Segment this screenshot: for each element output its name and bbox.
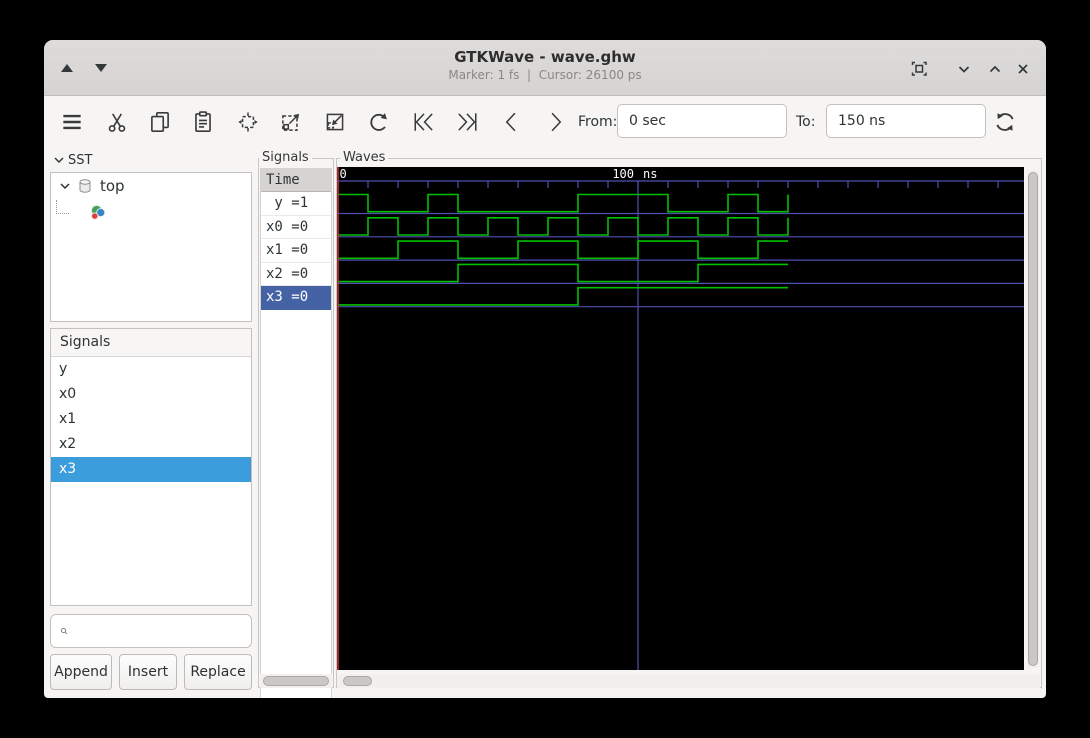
headerbar: GTKWave - wave.ghw Marker: 1 fs | Cursor… xyxy=(44,40,1046,96)
chevron-down-icon xyxy=(958,66,970,73)
search-icon xyxy=(60,627,68,635)
sst-label: SST xyxy=(68,152,93,168)
insert-button[interactable]: Insert xyxy=(119,654,177,690)
wave-x0 xyxy=(338,216,789,236)
zoom-out-button[interactable] xyxy=(318,105,352,139)
facility-item-x0[interactable]: x0 xyxy=(51,382,251,407)
facility-list-header: Signals xyxy=(51,329,251,357)
sst-tree: top quine20240111testbench xyxy=(50,172,252,322)
down-triangle-icon xyxy=(95,64,107,72)
tree-item-label: top xyxy=(100,177,125,195)
skip-to-start-icon xyxy=(414,113,433,131)
signals-frame-label: Signals xyxy=(259,150,312,166)
copy-icon xyxy=(151,111,169,133)
copy-button[interactable] xyxy=(143,105,177,139)
signal-search-box xyxy=(50,614,252,648)
zoom-in-button[interactable] xyxy=(274,105,308,139)
skip-to-start-button[interactable] xyxy=(407,105,441,139)
fullscreen-icon xyxy=(911,61,927,76)
tree-item-label: quine20240111testbench xyxy=(111,203,252,221)
facility-item-x3[interactable]: x3 xyxy=(51,457,251,482)
previous-transition-button[interactable] xyxy=(495,105,529,139)
waves-frame-label: Waves xyxy=(340,150,389,166)
svg-text:ns: ns xyxy=(643,167,657,181)
to-label: To: xyxy=(796,114,816,130)
zoom-fit-icon xyxy=(238,112,258,132)
wave-canvas-svg: 0 100 ns xyxy=(337,167,1024,670)
signal-row-x3[interactable]: x3 =0 xyxy=(261,286,331,310)
signal-row-x0[interactable]: x0 =0 xyxy=(261,216,331,239)
close-button[interactable] xyxy=(1009,55,1037,83)
facility-item-x1[interactable]: x1 xyxy=(51,407,251,432)
signals-hscrollbar-thumb[interactable] xyxy=(263,676,329,686)
tree-branch-line xyxy=(56,200,69,214)
skip-to-end-button[interactable] xyxy=(450,105,484,139)
sst-expander[interactable]: SST xyxy=(52,150,92,170)
cut-button[interactable] xyxy=(100,105,134,139)
zoom-out-icon xyxy=(326,113,344,131)
chevron-up-icon xyxy=(989,65,1001,73)
wave-canvas[interactable]: 0 100 ns xyxy=(337,167,1024,670)
move-down-triangle-button[interactable] xyxy=(92,61,110,77)
signal-search-input[interactable] xyxy=(73,614,251,648)
waves-hscrollbar-thumb[interactable] xyxy=(343,676,372,686)
signal-row-x1[interactable]: x1 =0 xyxy=(261,239,331,263)
chevron-down-icon xyxy=(60,183,70,190)
close-icon xyxy=(1018,64,1028,74)
skip-to-end-icon xyxy=(458,113,477,131)
screenshot-stage: GTKWave - wave.ghw Marker: 1 fs | Cursor… xyxy=(0,0,1090,738)
wave-x2 xyxy=(338,263,788,283)
signal-row-x2[interactable]: x2 =0 xyxy=(261,263,331,286)
reload-icon xyxy=(996,113,1014,131)
waves-hscrollbar-track[interactable] xyxy=(337,674,1040,688)
up-triangle-icon xyxy=(61,64,73,72)
fullscreen-button[interactable] xyxy=(905,55,933,83)
next-transition-button[interactable] xyxy=(538,105,572,139)
signal-row-y[interactable]: y =1 xyxy=(261,192,331,216)
to-input[interactable] xyxy=(826,104,986,138)
facility-list: Signals y x0 x1 x2 x3 xyxy=(50,328,252,606)
chevron-left-icon xyxy=(505,112,516,132)
component-module-icon xyxy=(90,204,106,220)
gtkwave-window: GTKWave - wave.ghw Marker: 1 fs | Cursor… xyxy=(44,40,1046,698)
signal-value-list: Time y =1 x0 =0 x1 =0 x2 =0 x3 =0 xyxy=(260,168,332,698)
wave-y xyxy=(338,193,789,213)
chevron-right-icon xyxy=(551,112,562,132)
append-button[interactable]: Append xyxy=(50,654,112,690)
paste-button[interactable] xyxy=(186,105,220,139)
zoom-in-icon xyxy=(282,113,300,131)
facility-item-x2[interactable]: x2 xyxy=(51,432,251,457)
from-input[interactable] xyxy=(617,104,787,138)
replace-button[interactable]: Replace xyxy=(184,654,252,690)
undo-icon xyxy=(370,113,387,131)
toolbar: From: To: xyxy=(44,96,1046,148)
marker-cursor-status: Marker: 1 fs | Cursor: 26100 ps xyxy=(448,68,642,82)
minimize-button[interactable] xyxy=(950,55,978,83)
paste-icon xyxy=(195,111,211,133)
wave-x1 xyxy=(338,240,788,260)
chevron-right-icon xyxy=(75,207,82,217)
from-label: From: xyxy=(578,114,618,130)
tree-item-testbench[interactable]: quine20240111testbench xyxy=(51,199,251,225)
maximize-button[interactable] xyxy=(981,55,1009,83)
wave-x3 xyxy=(338,286,788,306)
cylinder-scope-icon xyxy=(79,179,91,193)
window-title: GTKWave - wave.ghw xyxy=(454,48,636,66)
waves-vscrollbar-thumb[interactable] xyxy=(1028,172,1038,666)
time-header[interactable]: Time xyxy=(261,169,331,192)
menu-button[interactable] xyxy=(55,105,89,139)
undo-button[interactable] xyxy=(362,105,396,139)
svg-text:100: 100 xyxy=(612,167,634,181)
tree-item-top[interactable]: top xyxy=(51,173,251,199)
reload-button[interactable] xyxy=(988,105,1022,139)
menu-icon xyxy=(63,114,81,130)
svg-text:0: 0 xyxy=(340,167,347,181)
cut-icon xyxy=(108,113,126,132)
zoom-fit-button[interactable] xyxy=(231,105,265,139)
move-up-triangle-button[interactable] xyxy=(58,61,76,77)
facility-item-y[interactable]: y xyxy=(51,357,251,382)
chevron-down-icon xyxy=(54,157,64,163)
